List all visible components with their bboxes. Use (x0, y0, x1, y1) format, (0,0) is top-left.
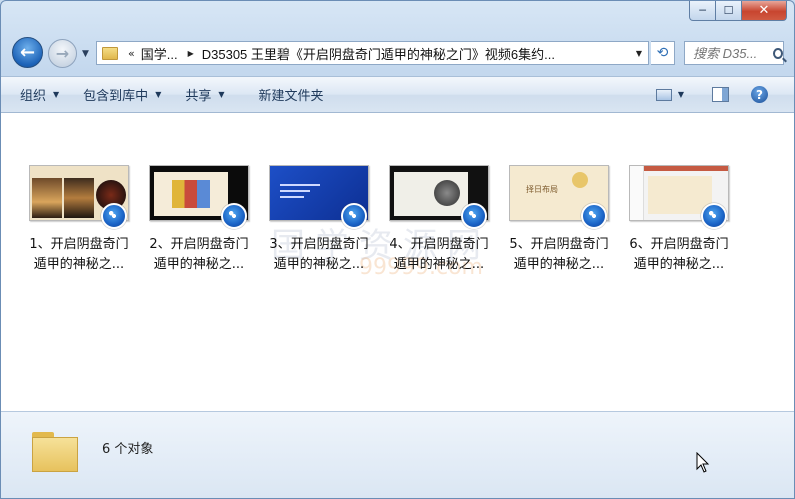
view-options-dropdown[interactable]: ▼ (676, 90, 698, 99)
preview-pane-icon (712, 87, 729, 102)
new-folder-button[interactable]: 新建文件夹 (248, 85, 335, 104)
address-bar[interactable]: « 国学... ▶ D35305 王里碧《开启阴盘奇门遁甲的神秘之门》视频6集约… (96, 41, 649, 65)
command-bar: 组织 ▼ 包含到库中 ▼ 共享 ▼ 新建文件夹 ▼ ? (1, 76, 794, 113)
new-folder-label: 新建文件夹 (258, 89, 324, 104)
include-library-menu[interactable]: 包含到库中 ▼ (72, 85, 172, 104)
details-pane: 6 个对象 (1, 411, 794, 498)
file-name: 1、开启阴盘奇门 遁甲的神秘之... (29, 237, 129, 272)
file-item[interactable]: 3、开启阴盘奇门 遁甲的神秘之... (259, 165, 379, 275)
maximize-button[interactable]: ☐ (716, 1, 742, 21)
refresh-button[interactable]: ⟲ (651, 41, 675, 65)
file-item[interactable]: 1、开启阴盘奇门 遁甲的神秘之... (19, 165, 139, 275)
file-name: 2、开启阴盘奇门 遁甲的神秘之... (149, 237, 249, 272)
caret-down-icon: ▼ (155, 90, 162, 99)
address-overflow[interactable]: « (128, 47, 135, 60)
change-view-button[interactable] (652, 88, 676, 101)
include-library-label: 包含到库中 (83, 89, 149, 104)
video-player-icon (101, 203, 127, 229)
share-label: 共享 (185, 89, 212, 104)
search-input[interactable] (693, 45, 771, 61)
file-item[interactable]: 择日布局 5、开启阴盘奇门 遁甲的神秘之... (499, 165, 619, 275)
breadcrumb-separator-icon[interactable]: ▶ (188, 49, 194, 58)
video-player-icon (461, 203, 487, 229)
help-button[interactable]: ? (743, 86, 794, 103)
breadcrumb-segment-current[interactable]: D35305 王里碧《开启阴盘奇门遁甲的神秘之门》视频6集约... (202, 44, 555, 63)
recent-pages-dropdown[interactable]: ▼ (82, 49, 89, 59)
forward-button[interactable]: → (48, 39, 77, 68)
search-icon[interactable] (773, 47, 783, 59)
caret-down-icon: ▼ (677, 90, 684, 99)
help-icon: ? (751, 86, 768, 103)
view-icon (655, 88, 672, 101)
organize-label: 组织 (20, 89, 47, 104)
video-player-icon (221, 203, 247, 229)
thumbnail-title: 择日布局 (526, 185, 558, 194)
toolbar-right: ▼ ? (652, 77, 794, 112)
caret-down-icon: ▼ (218, 90, 225, 99)
preview-pane-button[interactable] (698, 87, 743, 102)
file-item[interactable]: 2、开启阴盘奇门 遁甲的神秘之... (139, 165, 259, 275)
folder-icon (32, 432, 80, 472)
caret-down-icon: ▼ (53, 90, 60, 99)
file-grid: 1、开启阴盘奇门遁甲的神秘之... 2、开启阴盘奇门遁甲的神秘之... 3、 (19, 165, 739, 275)
organize-menu[interactable]: 组织 ▼ (9, 85, 70, 104)
minimize-button[interactable]: ─ (689, 1, 716, 21)
file-name: 4、开启阴盘奇门 遁甲的神秘之... (389, 237, 489, 272)
caption-buttons: ─ ☐ ✕ (689, 1, 787, 21)
folder-icon (102, 46, 118, 60)
file-name: 5、开启阴盘奇门 遁甲的神秘之... (509, 237, 609, 272)
arrow-left-icon: ← (19, 42, 36, 63)
file-name: 6、开启阴盘奇门 遁甲的神秘之... (629, 237, 729, 272)
close-button[interactable]: ✕ (742, 1, 787, 21)
back-button[interactable]: ← (12, 37, 43, 68)
item-count: 6 个对象 (102, 442, 154, 457)
file-item[interactable]: 6、开启阴盘奇门 遁甲的神秘之... (619, 165, 739, 275)
file-item[interactable]: 4、开启阴盘奇门 遁甲的神秘之... (379, 165, 499, 275)
explorer-window: ─ ☐ ✕ ← → ▼ « 国学... ▶ D35305 王里碧《开启阴盘奇门遁… (0, 0, 795, 499)
search-box[interactable] (684, 41, 784, 65)
video-player-icon (341, 203, 367, 229)
refresh-icon: ⟲ (656, 45, 669, 61)
video-player-icon (701, 203, 727, 229)
address-dropdown-icon[interactable]: ▼ (630, 42, 648, 64)
breadcrumb-segment[interactable]: 国学... (141, 44, 178, 63)
file-list-pane[interactable]: 国学资源网 99999.com 1、开启阴盘奇门 遁甲的神秘之... 2、开启阴盘… (1, 113, 794, 411)
arrow-right-icon: → (55, 44, 70, 63)
share-menu[interactable]: 共享 ▼ (174, 85, 235, 104)
video-player-icon (581, 203, 607, 229)
navigation-bar: ← → ▼ « 国学... ▶ D35305 王里碧《开启阴盘奇门遁甲的神秘之门… (1, 37, 794, 71)
file-name: 3、开启阴盘奇门 遁甲的神秘之... (269, 237, 369, 272)
